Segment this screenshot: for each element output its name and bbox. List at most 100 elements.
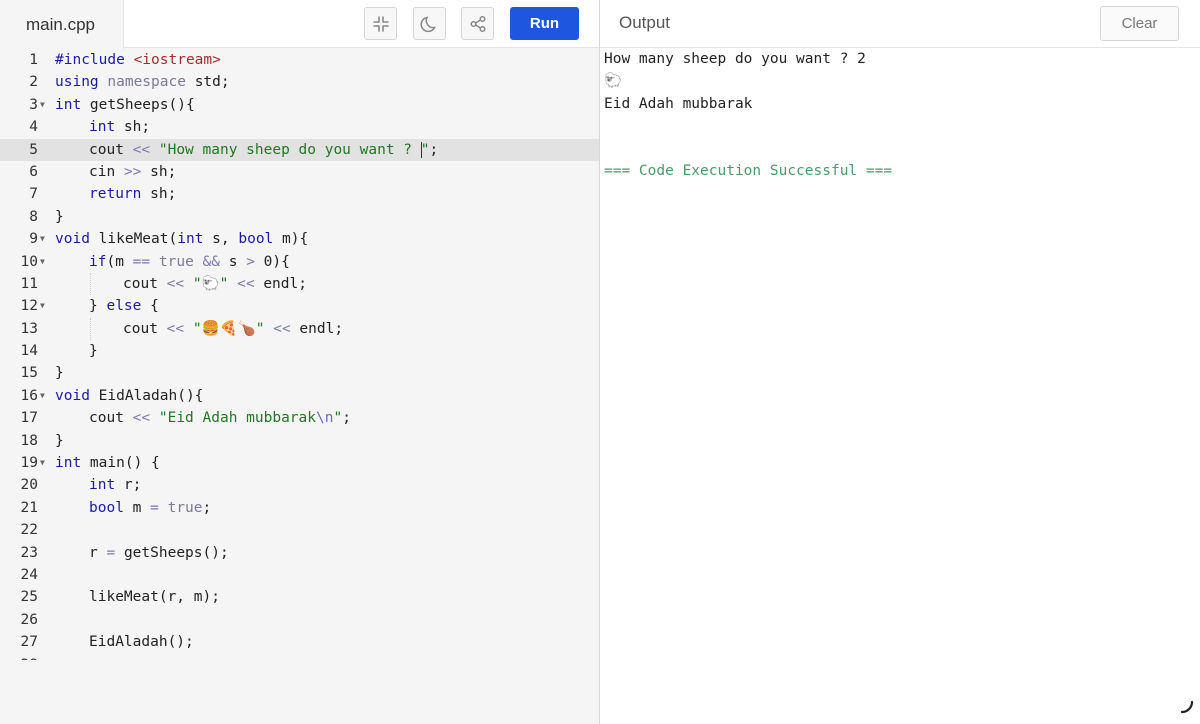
line-number: 2	[29, 74, 38, 91]
code-token: return	[89, 186, 151, 203]
code-token: }	[55, 365, 64, 382]
file-tab-main-cpp[interactable]: main.cpp	[0, 0, 124, 49]
output-header: Output Clear	[600, 0, 1200, 48]
code-token: <iostream>	[133, 52, 221, 68]
code-text: cout << "Eid Adah mubbarak\n";	[89, 407, 351, 429]
code-line[interactable]: 18}	[0, 430, 599, 452]
theme-toggle-button[interactable]	[413, 7, 446, 40]
line-number: 23	[20, 544, 38, 561]
code-text: }	[55, 430, 64, 452]
code-token: using	[55, 74, 108, 91]
execution-status-line: === Code Execution Successful ===	[604, 162, 893, 179]
code-text: cout << "How many sheep do you want ? ";	[89, 139, 438, 161]
line-number: 17	[20, 410, 38, 427]
code-line[interactable]: 21 bool m = true;	[0, 497, 599, 519]
code-line[interactable]: 23 r = getSheeps();	[0, 542, 599, 564]
code-line[interactable]: 5 cout << "How many sheep do you want ? "…	[0, 138, 599, 161]
code-token: endl;	[263, 275, 307, 292]
code-line[interactable]: 4 int sh;	[0, 116, 599, 138]
line-number: 4	[29, 119, 38, 136]
code-token: cout	[89, 410, 133, 427]
code-line[interactable]: 26	[0, 609, 599, 631]
share-button[interactable]	[461, 7, 494, 40]
code-line[interactable]: 6 cin >> sh;	[0, 161, 599, 183]
code-token: }	[89, 343, 98, 360]
code-line[interactable]: 16 ▼ void EidAladah(){	[0, 385, 599, 407]
code-line[interactable]: 3 ▼ int getSheeps(){	[0, 94, 599, 116]
code-line[interactable]: 17 cout << "Eid Adah mubbarak\n";	[0, 407, 599, 429]
code-line[interactable]: 11 cout << "🐑" << endl;	[0, 272, 599, 296]
code-token: <<	[132, 141, 159, 158]
line-number: 24	[20, 566, 38, 583]
code-token: int	[55, 96, 90, 113]
code-token: getSheeps(){	[89, 96, 195, 113]
code-line[interactable]: 13 cout << "🍔🍕🍗" << endl;	[0, 317, 599, 341]
code-token: likeMeat(	[98, 231, 178, 248]
code-line[interactable]: 15}	[0, 362, 599, 384]
output-line: 🐑	[604, 73, 623, 90]
fold-arrow-icon[interactable]: ▼	[40, 228, 50, 250]
share-icon	[469, 15, 486, 32]
code-token: =	[106, 544, 124, 561]
code-line[interactable]: 25 likeMeat(r, m);	[0, 586, 599, 608]
collapse-button[interactable]	[364, 7, 397, 40]
code-line[interactable]: 12 ▼} else {	[0, 295, 599, 317]
code-token: sh;	[123, 119, 151, 136]
code-line[interactable]: 10 ▼ if(m == true && s > 0){	[0, 251, 599, 273]
code-token: }	[55, 432, 64, 449]
code-text: likeMeat(r, m);	[89, 586, 220, 608]
code-editor[interactable]: 1 #include <iostream> 2 using namespace std…	[0, 48, 599, 660]
code-token: <<	[166, 320, 193, 337]
code-token: bool	[89, 499, 133, 516]
code-text: void EidAladah(){	[55, 385, 203, 407]
line-number: 12	[20, 298, 38, 315]
code-token: cin	[89, 163, 124, 180]
code-token: m	[132, 499, 151, 516]
code-token: 0){	[263, 253, 290, 270]
code-token: int	[89, 477, 124, 494]
code-token: true	[167, 499, 203, 516]
code-line[interactable]: 27 EidAladah();	[0, 631, 599, 653]
code-token: "🍔🍕🍗"	[192, 320, 274, 337]
editor-pane: main.cpp Run 1 #include <iostream> 2 using …	[0, 0, 599, 724]
line-number: 7	[29, 186, 38, 203]
code-text: }	[55, 362, 64, 384]
fold-arrow-icon[interactable]: ▼	[40, 385, 50, 407]
line-number: 20	[20, 477, 38, 494]
code-token: std;	[194, 74, 230, 91]
code-line[interactable]: 1 #include <iostream>	[0, 49, 599, 71]
fold-arrow-icon[interactable]: ▼	[40, 94, 50, 116]
code-line[interactable]: 14}	[0, 340, 599, 362]
line-number: 13	[20, 320, 38, 337]
fold-arrow-icon[interactable]: ▼	[40, 452, 50, 474]
code-token: s,	[212, 231, 239, 248]
line-number: 3	[29, 96, 38, 113]
code-text: using namespace std;	[55, 71, 230, 93]
fold-arrow-icon[interactable]: ▼	[40, 295, 50, 317]
code-text: #include <iostream>	[55, 49, 221, 71]
code-token: sh;	[150, 186, 177, 203]
output-console: How many sheep do you want ? 2 🐑 Eid Adah …	[604, 48, 1194, 182]
code-line[interactable]: 8}	[0, 206, 599, 228]
code-line[interactable]: 7 return sh;	[0, 183, 599, 205]
output-line: How many sheep do you want ? 2	[604, 51, 866, 67]
code-line[interactable]: 9 ▼ void likeMeat(int s, bool m){	[0, 228, 599, 250]
run-button[interactable]: Run	[510, 7, 579, 40]
code-text: int getSheeps(){	[55, 94, 195, 116]
code-line[interactable]: 24	[0, 564, 599, 586]
collapse-icon	[372, 15, 389, 32]
line-number: 26	[20, 611, 38, 628]
code-line[interactable]: 2 using namespace std;	[0, 71, 599, 93]
code-text: int sh;	[89, 116, 150, 138]
clear-button[interactable]: Clear	[1100, 6, 1179, 41]
code-line[interactable]: 20 int r;	[0, 474, 599, 496]
line-number: 25	[20, 589, 38, 606]
code-line[interactable]: 28	[0, 654, 599, 660]
code-text: }	[55, 206, 64, 228]
code-line[interactable]: 19 ▼ int main() {	[0, 452, 599, 474]
code-line[interactable]: 22	[0, 519, 599, 541]
code-token: "Eid Adah mubbarak	[158, 410, 316, 427]
fold-arrow-icon[interactable]: ▼	[40, 251, 50, 273]
code-token: int	[55, 455, 90, 472]
